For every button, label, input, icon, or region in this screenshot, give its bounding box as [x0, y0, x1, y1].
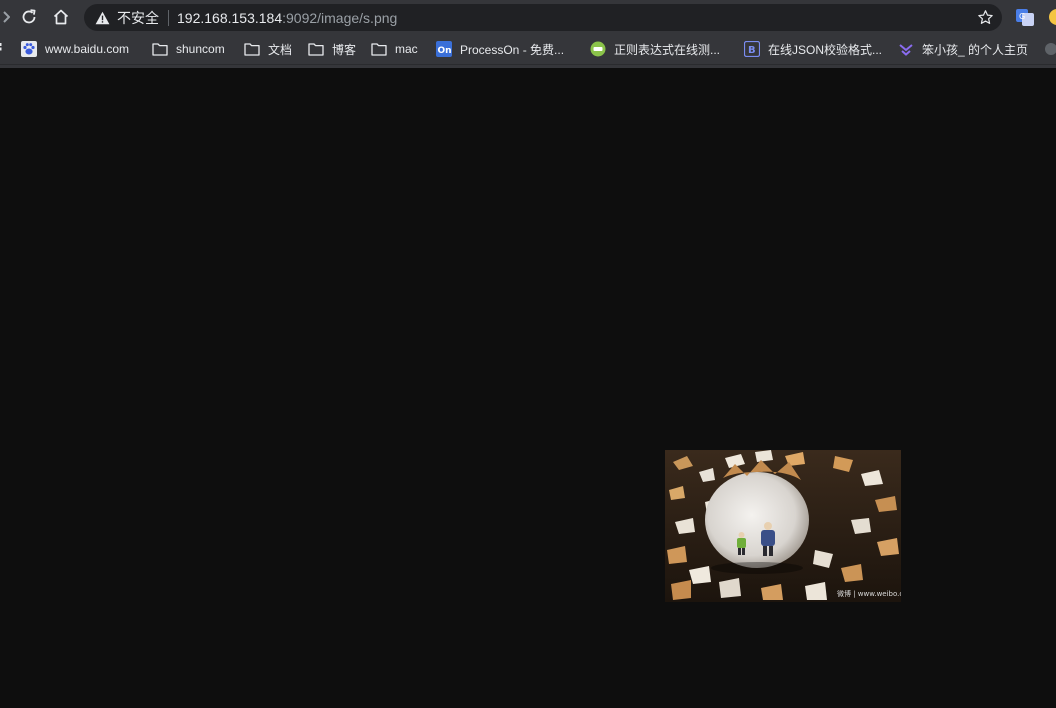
bookmark-overflow-partial[interactable] [1044, 40, 1056, 58]
svg-text:G: G [1019, 12, 1025, 21]
home-icon [53, 9, 69, 25]
address-divider [168, 9, 169, 26]
bookmark-profile-page[interactable]: 笨小孩_ 的个人主页 [898, 40, 1028, 58]
browser-chrome: 不安全 192.168.153.184:9092/image/s.png G w… [0, 0, 1056, 68]
bookmark-label: shuncom [176, 42, 225, 56]
forward-arrow-icon [3, 11, 10, 23]
regex-tool-icon [590, 41, 606, 57]
folder-icon [371, 41, 387, 57]
folder-icon [152, 41, 168, 57]
bookmark-star-icon[interactable] [977, 9, 994, 26]
browser-toolbar: 不安全 192.168.153.184:9092/image/s.png G [0, 0, 1056, 34]
reload-button[interactable] [17, 5, 41, 29]
bookmark-label: 在线JSON校验格式... [768, 42, 883, 57]
security-status-label[interactable]: 不安全 [117, 8, 159, 28]
bookmark-json-validator[interactable]: B 在线JSON校验格式... [744, 40, 882, 58]
url-text[interactable]: 192.168.153.184:9092/image/s.png [177, 10, 397, 26]
baidu-paw-icon [21, 41, 37, 57]
svg-text:On: On [438, 46, 452, 56]
bookmarks-bar: www.baidu.com shuncom 文档 博客 mac On Proce… [0, 34, 1056, 65]
page-viewport: 微博 | www.weibo.com/... [0, 68, 1056, 708]
svg-text:B: B [748, 45, 756, 56]
processon-icon: On [436, 41, 452, 57]
overflow-icon [1045, 43, 1056, 55]
not-secure-warning-icon[interactable] [94, 10, 110, 26]
reload-icon [22, 9, 36, 24]
bookmark-label: 笨小孩_ 的个人主页 [922, 42, 1029, 57]
translate-extension-icon[interactable]: G [1016, 8, 1034, 26]
home-button[interactable] [49, 5, 73, 29]
url-path: :9092/image/s.png [282, 9, 398, 26]
bookmark-label: ProcessOn - 免费... [460, 42, 565, 57]
json-tool-icon: B [744, 41, 760, 57]
bookmark-label: 正则表达式在线测... [614, 42, 721, 57]
bookmark-label: mac [395, 42, 418, 56]
bookmark-folder-blog[interactable]: 博客 [308, 40, 356, 58]
bookmark-folder-docs[interactable]: 文档 [244, 40, 292, 58]
bookmark-regex-tester[interactable]: 正则表达式在线测... [590, 40, 720, 58]
bookmark-baidu[interactable]: www.baidu.com [21, 40, 129, 58]
image-watermark: 微博 | www.weibo.com/... [837, 589, 901, 598]
url-host: 192.168.153.184 [177, 9, 283, 26]
forward-button[interactable] [0, 5, 14, 29]
folder-icon [244, 41, 260, 57]
bookmark-label: www.baidu.com [45, 42, 130, 56]
eggshell-photo: 微博 | www.weibo.com/... [665, 450, 901, 602]
bookmark-label: 博客 [332, 42, 357, 57]
apps-grid-icon [0, 43, 2, 51]
profile-icon [898, 41, 914, 57]
bookmark-processon[interactable]: On ProcessOn - 免费... [436, 40, 564, 58]
bookmark-apps-partial[interactable] [0, 40, 6, 58]
bookmark-folder-mac[interactable]: mac [371, 40, 418, 58]
displayed-image[interactable]: 微博 | www.weibo.com/... [665, 450, 901, 602]
bookmark-label: 文档 [268, 42, 293, 57]
address-bar[interactable]: 不安全 192.168.153.184:9092/image/s.png [84, 4, 1002, 31]
emoji-extension-icon[interactable] [1048, 8, 1056, 26]
bookmark-folder-shuncom[interactable]: shuncom [152, 40, 225, 58]
folder-icon [308, 41, 324, 57]
